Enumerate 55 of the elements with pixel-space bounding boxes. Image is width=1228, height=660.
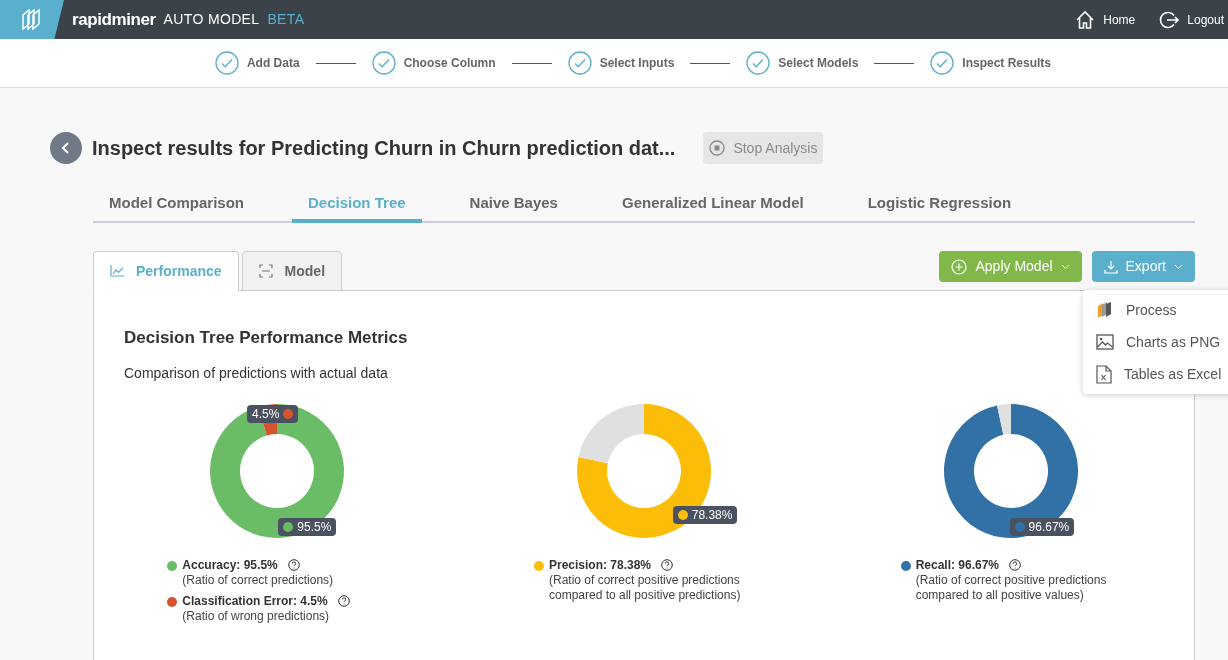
image-icon xyxy=(1096,334,1114,350)
nav-link[interactable]: Home xyxy=(1075,9,1136,30)
value-tooltip: 96.67% xyxy=(1009,518,1075,537)
metric-label: Precision: 78.38% xyxy=(549,557,652,573)
help-icon[interactable] xyxy=(287,559,300,571)
page-title: Inspect results for Predicting Churn in Churn prediction dat... xyxy=(92,136,676,161)
value-tooltip: 95.5% xyxy=(278,517,337,536)
brand-name: rapidminer xyxy=(72,8,156,31)
frame-icon xyxy=(258,264,273,278)
data-label: 95.5% xyxy=(297,519,332,534)
home-icon xyxy=(1075,9,1096,30)
result-tab[interactable]: Naive Bayes xyxy=(453,188,574,223)
back-button[interactable] xyxy=(50,132,82,164)
value-tooltip: 78.38% xyxy=(672,505,738,524)
beta-label: BETA xyxy=(267,10,305,29)
layers-logo-icon xyxy=(1096,301,1114,319)
metric-description: (Ratio of correct predictions) xyxy=(182,572,334,588)
help-icon[interactable] xyxy=(661,559,674,571)
result-tab[interactable]: Logistic Regression xyxy=(851,188,1028,223)
menu-item[interactable]: Process xyxy=(1083,294,1228,326)
download-icon xyxy=(1103,259,1118,274)
view-tab[interactable]: Model xyxy=(241,251,343,291)
metric-description: (Ratio of correct positive predictions compared to all positive predictions) xyxy=(549,572,742,603)
wizard-step[interactable]: Select Models xyxy=(746,51,859,75)
metric-description: (Ratio of wrong predictions) xyxy=(182,608,331,624)
data-label: 4.5% xyxy=(251,407,280,422)
panel-subheading: Comparison of predictions with actual data xyxy=(124,363,388,383)
data-label: 96.67% xyxy=(1028,520,1070,535)
metric-label: Classification Error: 4.5% xyxy=(182,593,328,609)
plus-circle-icon xyxy=(951,258,968,275)
panel-heading: Decision Tree Performance Metrics xyxy=(124,327,408,349)
menu-item[interactable]: Tables as Excel xyxy=(1083,358,1228,390)
caret-icon xyxy=(1060,263,1070,270)
nav-link[interactable]: Logout xyxy=(1159,9,1224,30)
excel-file-icon xyxy=(1096,364,1112,384)
stop-icon xyxy=(709,140,726,156)
chevron-left-icon xyxy=(61,141,71,155)
result-tab[interactable]: Model Comparison xyxy=(93,188,260,223)
wizard-step[interactable]: Inspect Results xyxy=(930,51,1052,75)
caret-icon xyxy=(1174,263,1183,270)
help-icon[interactable] xyxy=(1009,559,1022,571)
result-tab[interactable]: Generalized Linear Model xyxy=(605,188,820,223)
metric-label: Accuracy: 95.5% xyxy=(182,557,278,573)
logout-icon xyxy=(1159,9,1180,30)
wizard-step[interactable]: Select Inputs xyxy=(567,51,675,75)
wizard-step[interactable]: Choose Column xyxy=(371,51,496,75)
help-icon[interactable] xyxy=(337,595,350,607)
value-tooltip: 4.5% xyxy=(246,405,299,424)
menu-item[interactable]: Charts as PNG xyxy=(1083,326,1228,358)
metric-label: Recall: 96.67% xyxy=(915,557,1000,573)
wizard-step[interactable]: Add Data xyxy=(214,51,300,75)
line-chart-icon xyxy=(110,265,124,277)
data-label: 78.38% xyxy=(691,507,733,522)
product-name: AUTO MODEL xyxy=(163,10,260,29)
metric-description: (Ratio of correct positive predictions compared to all positive values) xyxy=(915,572,1108,603)
